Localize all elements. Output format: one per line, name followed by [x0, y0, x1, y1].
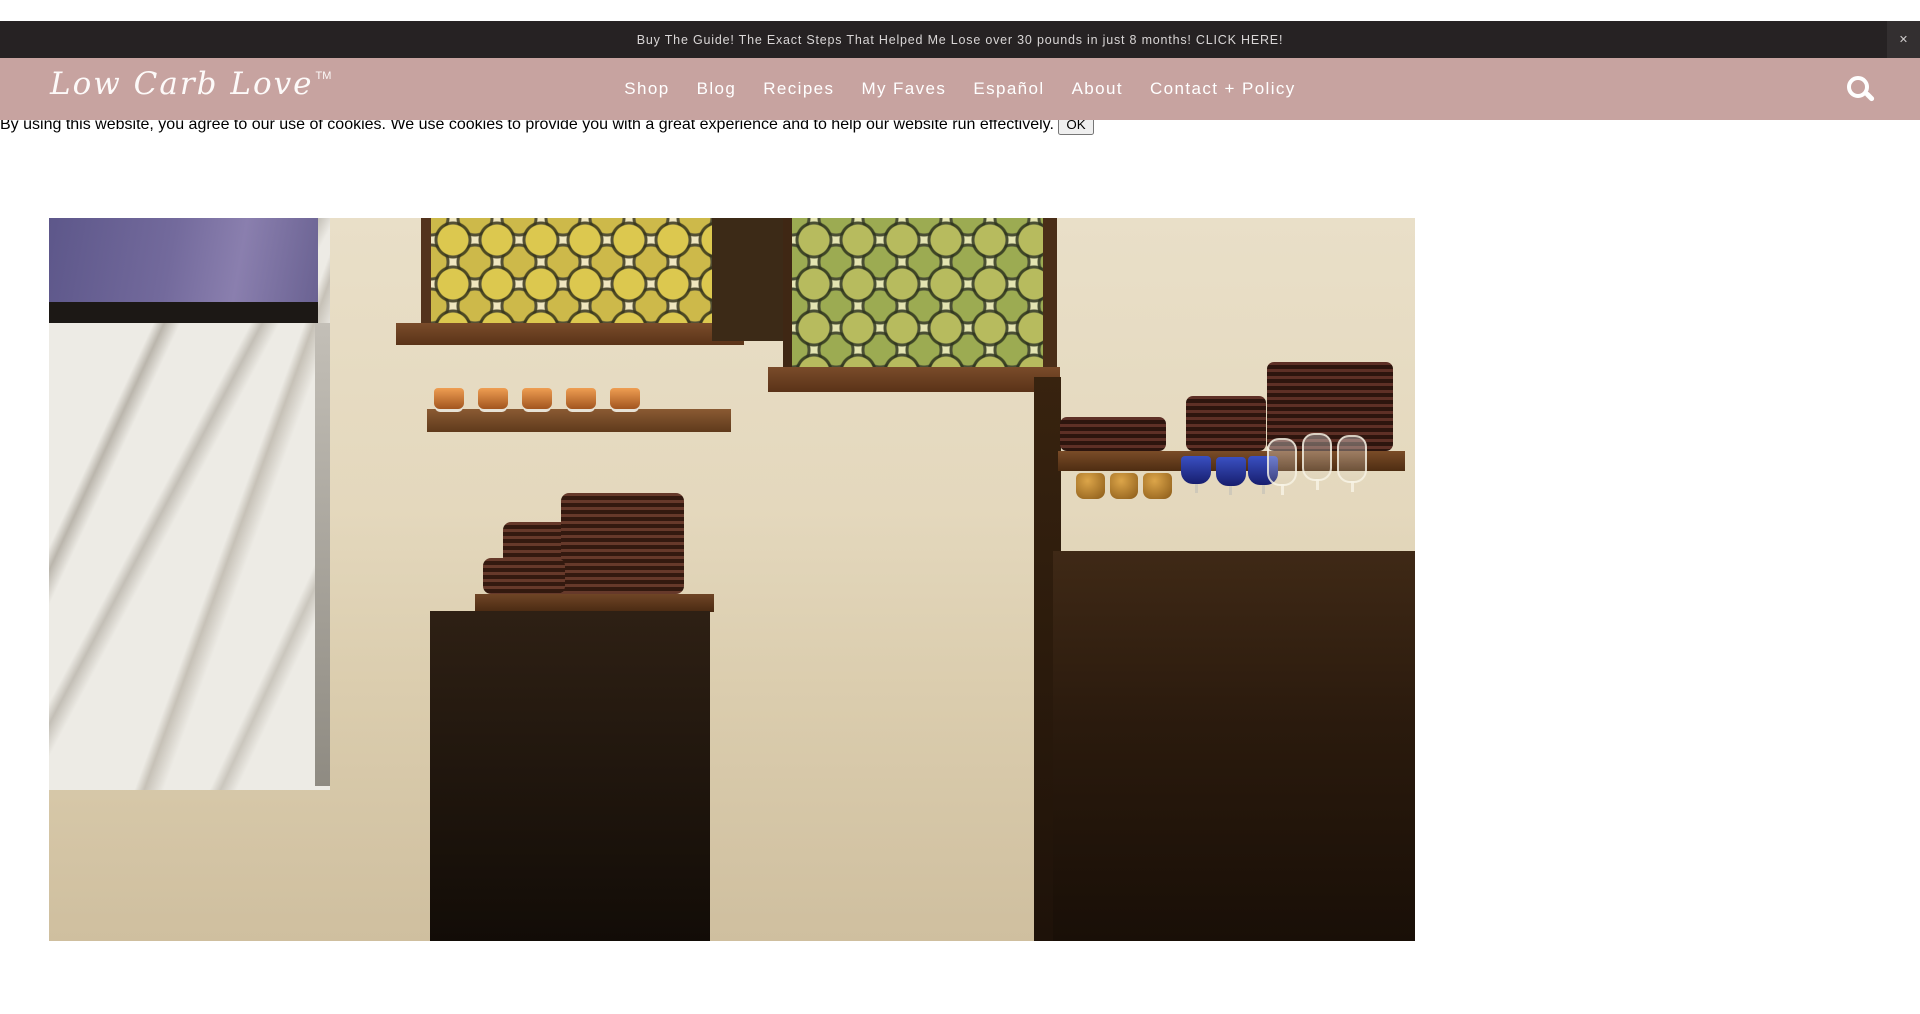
page: { "banner": { "message": "Buy The Guide!… [0, 21, 1920, 1014]
nav-item-about[interactable]: About [1072, 79, 1123, 99]
hero-image [49, 218, 1415, 941]
window-post [712, 218, 783, 341]
copper-cup [478, 388, 508, 409]
copper-cup [610, 388, 640, 409]
nav-item-recipes[interactable]: Recipes [763, 79, 834, 99]
nav-menu: Shop Blog Recipes My Faves Español About… [624, 58, 1295, 120]
copper-cup-shelf [427, 409, 730, 431]
close-icon[interactable]: ✕ [1887, 21, 1920, 58]
brand-name: Low Carb Love [50, 66, 313, 102]
announcement-link[interactable]: Buy The Guide! The Exact Steps That Help… [637, 33, 1283, 47]
nav-item-contact-policy[interactable]: Contact + Policy [1150, 79, 1296, 99]
copper-cup [522, 388, 552, 409]
nav-item-espanol[interactable]: Español [973, 79, 1044, 99]
amber-glasses [1076, 473, 1172, 499]
nav-item-blog[interactable]: Blog [697, 79, 737, 99]
window-beam-right [768, 367, 1060, 392]
glass-shelf-right [1049, 499, 1415, 516]
kitchen-hood-lip [49, 302, 318, 324]
stained-glass-window-left [421, 218, 730, 324]
amber-glass [1110, 473, 1139, 499]
wine-glass [1337, 435, 1367, 482]
dark-cabinet-right [1053, 551, 1415, 941]
amber-glass [1143, 473, 1172, 499]
plate-stack [1060, 417, 1167, 452]
blue-goblet [1181, 456, 1211, 485]
kitchen-range-hood [49, 218, 318, 301]
window-beam-left [396, 323, 744, 345]
stained-glass-window-right [783, 218, 1057, 368]
copper-cup [434, 388, 464, 409]
announcement-banner: Buy The Guide! The Exact Steps That Help… [0, 21, 1920, 58]
copper-cups [434, 382, 728, 409]
plate-stack [1186, 396, 1267, 451]
kitchen-steel-trim [315, 323, 330, 786]
search-handle [1864, 91, 1875, 102]
main-nav: Low Carb LoveTM Shop Blog Recipes My Fav… [0, 58, 1920, 120]
dark-cabinet [430, 611, 710, 941]
wine-glass [1302, 433, 1332, 480]
plate-stack [483, 558, 565, 594]
brand-logo[interactable]: Low Carb LoveTM [50, 66, 329, 102]
wine-glass [1267, 438, 1297, 485]
copper-cup [566, 388, 596, 409]
nav-item-shop[interactable]: Shop [624, 79, 669, 99]
plate-shelf [475, 594, 714, 613]
blue-goblet [1216, 457, 1246, 486]
nav-item-my-faves[interactable]: My Faves [861, 79, 946, 99]
amber-glass [1076, 473, 1105, 499]
trademark-mark: TM [315, 70, 331, 82]
plate-stack [561, 493, 684, 594]
search-icon[interactable] [1847, 76, 1874, 103]
